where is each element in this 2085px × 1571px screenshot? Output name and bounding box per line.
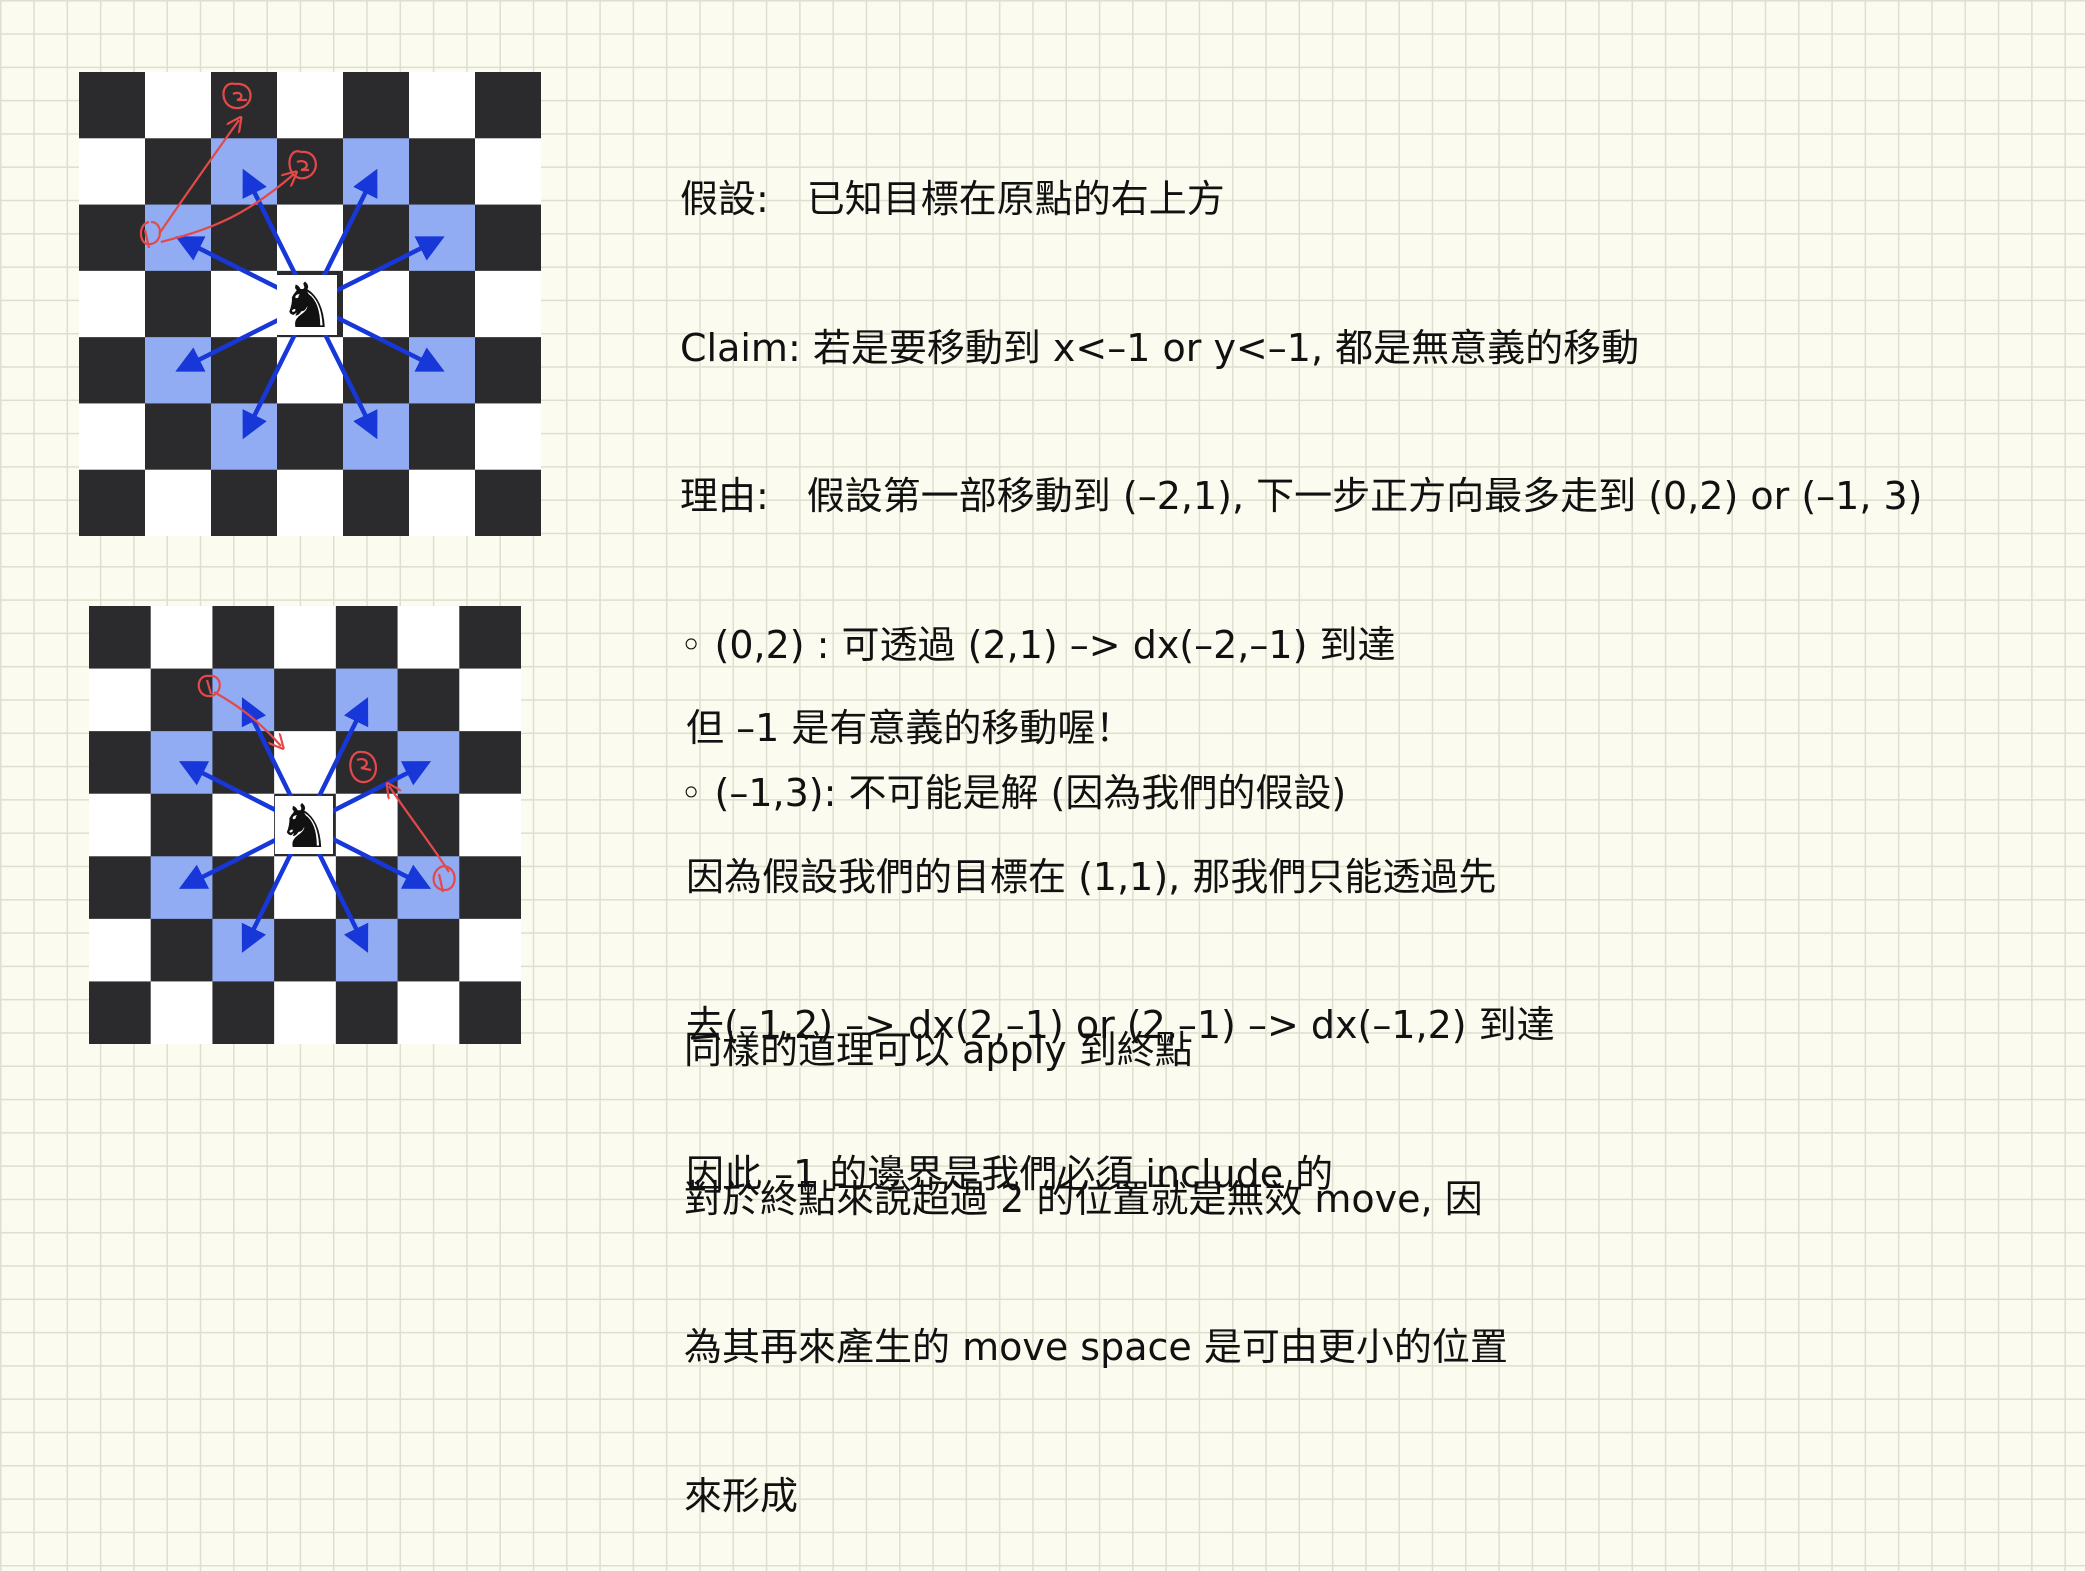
board-square — [150, 981, 213, 1044]
board-square — [145, 469, 212, 536]
board-square — [212, 668, 275, 732]
board-square — [409, 337, 476, 404]
board-square — [459, 793, 521, 857]
board-square — [475, 469, 541, 536]
board-square — [150, 668, 213, 732]
board-square — [89, 981, 152, 1044]
board-square — [459, 856, 521, 920]
board-square — [475, 204, 541, 272]
board-square — [397, 981, 460, 1044]
board-square — [459, 606, 521, 670]
note-endpoint: 同樣的道理可以 apply 到終點 對於終點來說超過 2 的位置就是無效 mov… — [684, 927, 1508, 1571]
board-square — [409, 403, 476, 471]
board-square — [409, 270, 476, 338]
board-square — [335, 918, 399, 982]
note-line: 理由: 假設第一部移動到 (–2,1), 下一步正方向最多走到 (0,2) or… — [680, 474, 1923, 518]
board-square — [89, 793, 152, 857]
chessboard-bottom-svg: ♞ — [89, 606, 521, 1044]
board-square — [212, 606, 275, 670]
board-square — [277, 138, 344, 206]
board-square — [150, 856, 213, 920]
board-square — [277, 469, 344, 536]
knight-icon: ♞ — [279, 269, 335, 342]
board-square — [150, 731, 213, 795]
note-line: 對於終點來說超過 2 的位置就是無效 move, 因 — [684, 1176, 1483, 1221]
board-square — [409, 469, 476, 536]
board-square — [343, 138, 410, 206]
board-square — [150, 606, 213, 670]
board-square — [89, 668, 152, 732]
board-square — [79, 204, 146, 272]
board-square — [459, 668, 521, 732]
board-square — [79, 270, 146, 338]
note-line: 來形成 — [684, 1473, 799, 1518]
board-square — [409, 204, 476, 272]
board-square — [212, 918, 275, 982]
board-square — [343, 72, 410, 139]
board-square — [277, 72, 344, 139]
board-square — [277, 403, 344, 471]
board-square — [409, 72, 476, 139]
board-square — [397, 918, 460, 982]
board-square — [79, 337, 146, 404]
board-square — [459, 731, 521, 795]
board-square — [397, 793, 460, 857]
board-square — [335, 981, 399, 1044]
board-square — [274, 668, 337, 732]
board-square — [335, 606, 399, 670]
board-square — [79, 403, 146, 471]
board-square — [409, 138, 476, 206]
board-square — [79, 138, 146, 206]
board-square — [475, 403, 541, 471]
chessboard-top: ♞ — [79, 72, 541, 536]
knight-piece: ♞ — [277, 269, 337, 342]
note-line: 同樣的道理可以 apply 到終點 — [684, 1028, 1193, 1072]
board-square — [475, 138, 541, 206]
chessboard-bottom: ♞ — [89, 606, 521, 1044]
board-square — [150, 918, 213, 982]
note-line: 為其再來產生的 move space 是可由更小的位置 — [684, 1325, 1508, 1369]
board-square — [475, 337, 541, 404]
board-square — [89, 606, 152, 670]
note-line: 因為假設我們的目標在 (1,1), 那我們只能透過先 — [686, 854, 1497, 899]
board-square — [274, 918, 337, 982]
board-square — [145, 403, 212, 471]
board-square — [145, 270, 212, 338]
board-square — [475, 270, 541, 338]
note-line: 假設: 已知目標在原點的右上方 — [680, 177, 1225, 221]
board-square — [89, 731, 152, 795]
board-square — [274, 606, 337, 670]
chessboard-top-svg: ♞ — [79, 72, 541, 536]
board-square — [211, 469, 278, 536]
board-square — [211, 403, 278, 471]
knight-piece: ♞ — [275, 792, 333, 862]
board-square — [459, 918, 521, 982]
board-square — [335, 668, 399, 732]
board-square — [343, 469, 410, 536]
board-square — [397, 731, 460, 795]
board-square — [145, 337, 212, 404]
board-square — [212, 981, 275, 1044]
board-square — [397, 668, 460, 732]
board-square — [89, 856, 152, 920]
board-square — [397, 606, 460, 670]
board-square — [150, 793, 213, 857]
board-square — [343, 403, 410, 471]
board-square — [475, 72, 541, 139]
knight-icon: ♞ — [277, 792, 331, 862]
board-square — [145, 72, 212, 139]
board-square — [79, 469, 146, 536]
board-square — [89, 918, 152, 982]
board-square — [79, 72, 146, 139]
board-square — [274, 981, 337, 1044]
note-line: 但 –1 是有意義的移動喔！ — [686, 706, 1134, 750]
board-square — [459, 981, 521, 1044]
note-line: Claim: 若是要移動到 x<–1 or y<–1, 都是無意義的移動 — [680, 325, 1640, 370]
